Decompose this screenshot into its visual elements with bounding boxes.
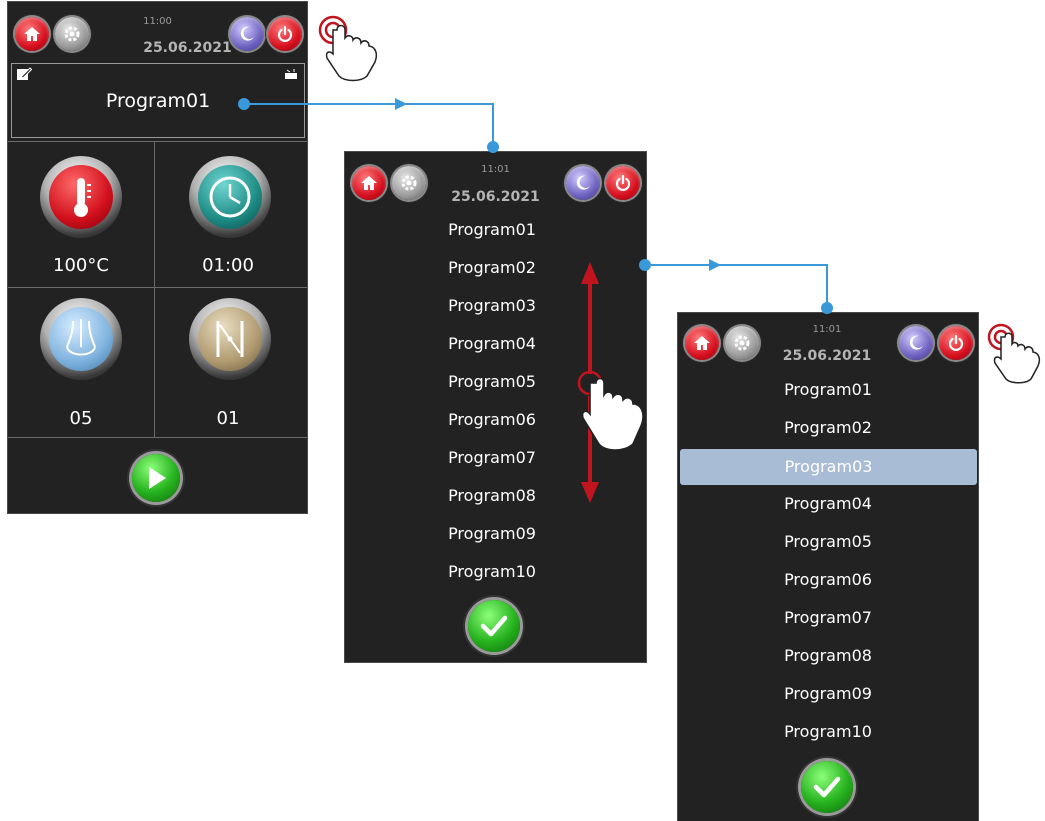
program-item[interactable]: Program06 (678, 565, 978, 595)
temperature-value: 100°C (53, 255, 109, 276)
program-item[interactable]: Program10 (342, 557, 642, 587)
date-label: 25.06.2021 (451, 189, 540, 205)
program-list[interactable]: Program01 Program02 Program03 Program04 … (678, 374, 978, 754)
power-button[interactable] (939, 326, 973, 360)
steam-tile[interactable]: 05 (8, 288, 154, 437)
flap-icon (216, 321, 244, 357)
program-item[interactable]: Program09 (678, 679, 978, 709)
connector-2 (639, 259, 833, 314)
thermometer-icon (74, 178, 91, 217)
play-icon (149, 467, 166, 489)
clock-time: 11:01 (481, 164, 510, 175)
timer-value: 01:00 (202, 255, 254, 276)
flap-tile[interactable]: 01 (155, 288, 307, 437)
standby-button[interactable] (899, 326, 933, 360)
program-item[interactable]: Program07 (678, 603, 978, 633)
timer-tile[interactable]: 01:00 (155, 142, 307, 287)
tap-hand-icon (318, 15, 378, 82)
program-name: Program01 (105, 90, 211, 112)
start-button[interactable] (132, 454, 180, 502)
power-button[interactable] (268, 17, 302, 51)
clock-time: 11:01 (812, 324, 842, 335)
program-panel[interactable]: Program01 (11, 63, 305, 138)
standby-button[interactable] (566, 166, 600, 200)
standby-button[interactable] (230, 17, 264, 51)
check-icon (813, 776, 841, 798)
timer-dial (189, 156, 271, 238)
tap-hand-icon (987, 323, 1041, 384)
check-icon (480, 615, 508, 637)
program-item[interactable]: Program01 (342, 215, 642, 245)
program-selected-screen: 11:01 25.06.2021 Program01 Program02 Pro… (677, 312, 979, 821)
program-item[interactable]: Program01 (678, 375, 978, 405)
power-icon (615, 174, 631, 191)
program-select-screen: 11:01 25.06.2021 Program01 Program02 Pro… (344, 151, 647, 663)
date-label: 25.06.2021 (782, 348, 872, 364)
power-button[interactable] (606, 166, 640, 200)
main-screen: 11:00 25.06.2021 Program01 100°C 01:00 0… (7, 1, 308, 514)
confirm-button[interactable] (801, 761, 853, 813)
steam-dial (40, 298, 122, 380)
edit-icon (17, 67, 32, 80)
power-icon (277, 25, 293, 42)
program-item[interactable]: Program02 (678, 413, 978, 443)
temperature-dial (40, 156, 122, 238)
steam-icon (66, 318, 96, 356)
moon-icon (909, 335, 923, 350)
moon-icon (576, 175, 590, 190)
swipe-hand-icon (577, 370, 644, 451)
divider (8, 437, 307, 438)
clock-icon (209, 176, 251, 218)
program-item[interactable]: Program09 (342, 519, 642, 549)
program-item[interactable]: Program08 (678, 641, 978, 671)
program-item[interactable]: Program05 (678, 527, 978, 557)
temperature-tile[interactable]: 100°C (8, 142, 154, 287)
program-item[interactable]: Program04 (678, 489, 978, 519)
steam-value: 05 (69, 408, 93, 429)
moon-icon (240, 26, 254, 41)
flap-dial (189, 298, 271, 380)
confirm-button[interactable] (468, 600, 520, 652)
program-item[interactable]: Program10 (678, 717, 978, 747)
tray-icon (285, 69, 297, 79)
flap-value: 01 (216, 408, 240, 429)
power-icon (948, 334, 964, 351)
program-item-selected[interactable]: Program03 (680, 449, 977, 485)
